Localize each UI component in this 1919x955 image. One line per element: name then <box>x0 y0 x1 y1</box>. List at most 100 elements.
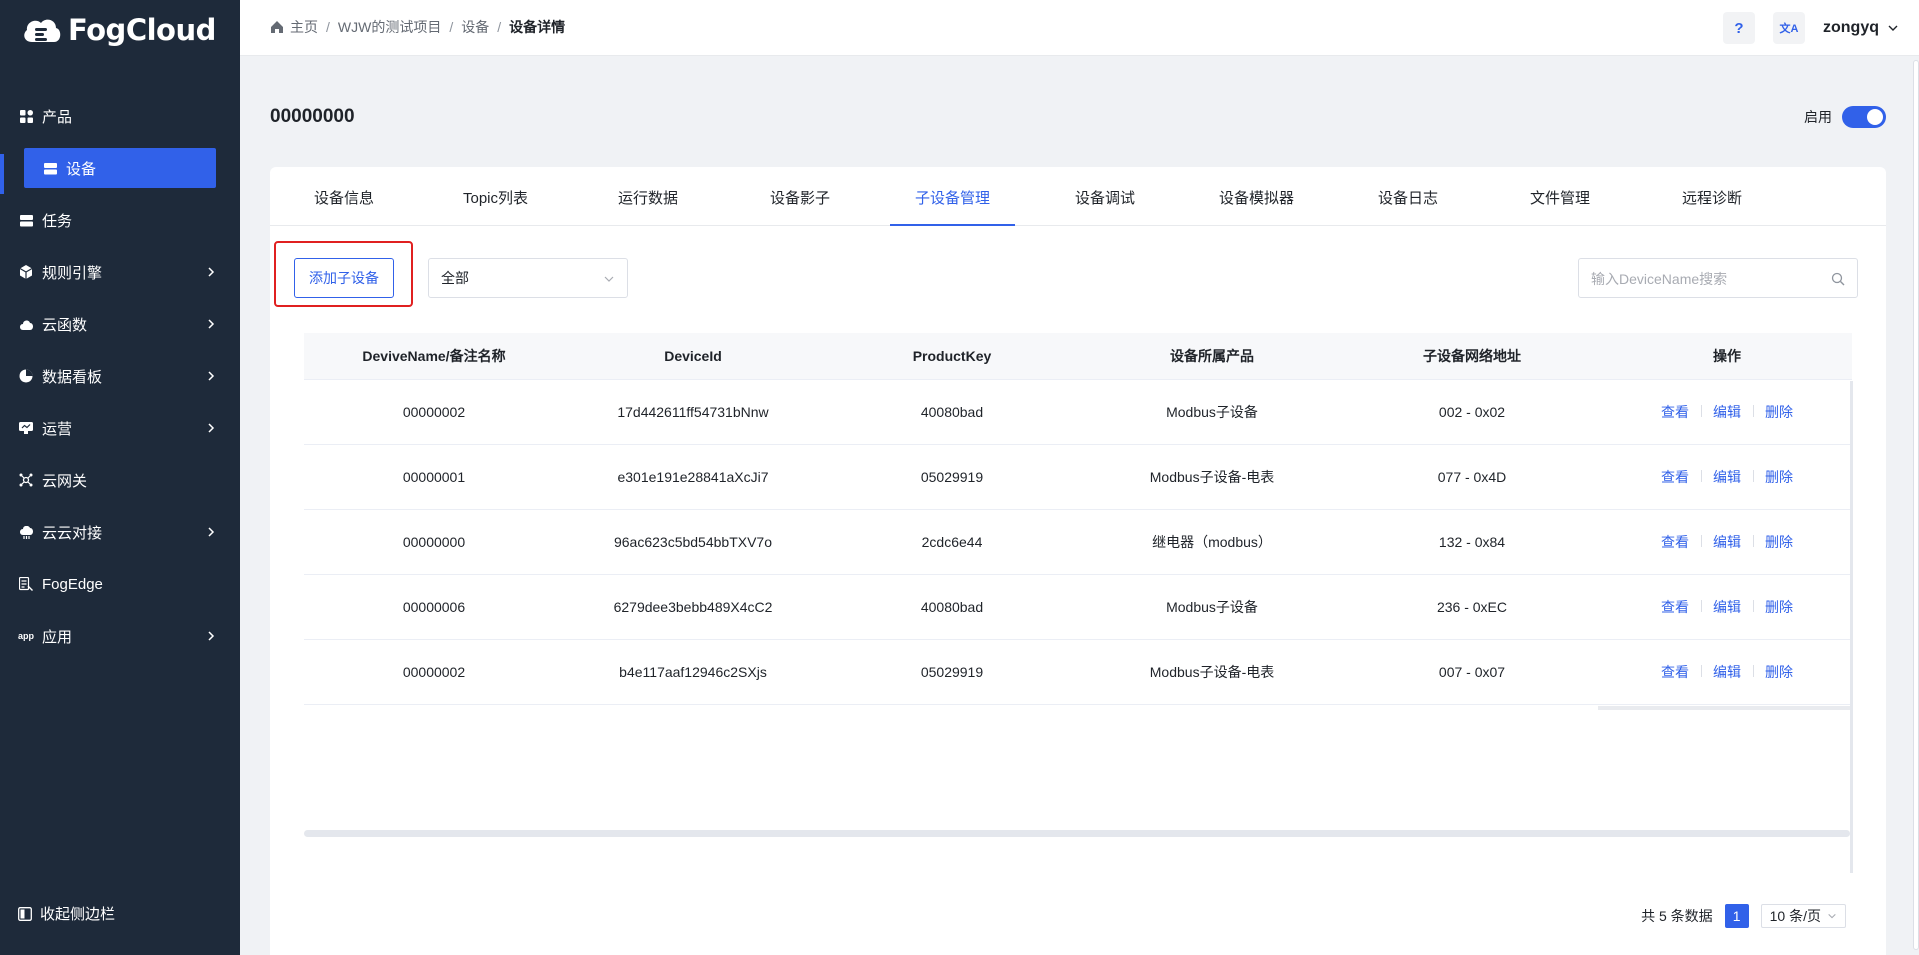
chevron-right-icon <box>208 423 215 433</box>
sidebar-item-label: 云函数 <box>42 316 88 334</box>
view-link[interactable]: 查看 <box>1649 597 1701 617</box>
breadcrumb-separator: / <box>449 19 454 35</box>
tab-device-shadow[interactable]: 设备影子 <box>770 187 830 208</box>
sidebar-item-label: 设备 <box>66 160 97 178</box>
tab-device-info[interactable]: 设备信息 <box>314 187 374 208</box>
view-link[interactable]: 查看 <box>1649 662 1701 682</box>
sidebar-item-device[interactable]: 设备 <box>24 148 216 188</box>
view-link[interactable]: 查看 <box>1649 467 1701 487</box>
sidebar-item-label: 云云对接 <box>42 524 103 542</box>
user-menu[interactable]: zongyq <box>1823 19 1899 37</box>
tab-remote-diagnosis[interactable]: 远程诊断 <box>1682 187 1742 208</box>
sidebar-item-cloud-function[interactable]: 云函数 <box>0 298 240 350</box>
edit-link[interactable]: 编辑 <box>1701 467 1753 487</box>
breadcrumb-project[interactable]: WJW的测试项目 <box>338 17 441 37</box>
cell-product: Modbus子设备-电表 <box>1149 469 1275 485</box>
cloud-link-icon <box>18 524 34 540</box>
gateway-icon <box>18 472 34 488</box>
chevron-right-icon <box>208 319 215 329</box>
add-sub-device-button[interactable]: 添加子设备 <box>294 258 394 298</box>
breadcrumb-device[interactable]: 设备 <box>461 17 489 37</box>
search-input[interactable] <box>1591 269 1821 289</box>
tab-sub-device[interactable]: 子设备管理 <box>915 187 990 208</box>
breadcrumb-separator: / <box>326 19 330 35</box>
enable-toggle[interactable] <box>1842 106 1886 128</box>
cell-product-key: 40080bad <box>920 599 984 615</box>
page-size-select[interactable]: 10 条/页 <box>1760 904 1846 928</box>
page-title: 00000000 <box>270 106 355 127</box>
page-button-current[interactable]: 1 <box>1724 904 1749 928</box>
cell-actions: 查看 编辑 删除 <box>1602 532 1852 552</box>
cell-network-address: 236 - 0xEC <box>1436 599 1508 615</box>
column-header: DeviceId <box>664 348 722 364</box>
cell-device-name: 00000000 <box>402 534 466 550</box>
table-row: 00000006 6279dee3bebb489X4cC2 40080bad M… <box>304 575 1852 640</box>
view-link[interactable]: 查看 <box>1649 532 1701 552</box>
sidebar-item-dashboard[interactable]: 数据看板 <box>0 350 240 402</box>
header-actions: ? 文A zongyq <box>1723 12 1899 44</box>
cell-actions: 查看 编辑 删除 <box>1602 662 1852 682</box>
table-row: 00000002 17d442611ff54731bNnw 40080bad M… <box>304 380 1852 445</box>
column-header: 操作 <box>1713 348 1741 364</box>
cell-device-name: 00000006 <box>402 599 466 615</box>
cloud-icon <box>18 316 34 332</box>
collapse-sidebar-button[interactable]: 收起侧边栏 <box>18 903 115 924</box>
sidebar-item-fogedge[interactable]: FogEdge <box>0 558 240 610</box>
tab-file-management[interactable]: 文件管理 <box>1530 187 1590 208</box>
product-filter-select[interactable]: 全部 <box>428 258 628 298</box>
tab-device-simulator[interactable]: 设备模拟器 <box>1219 187 1294 208</box>
edit-link[interactable]: 编辑 <box>1701 597 1753 617</box>
table-vertical-scrollbar[interactable] <box>1850 381 1853 873</box>
tab-device-debug[interactable]: 设备调试 <box>1075 187 1135 208</box>
collapse-label: 收起侧边栏 <box>40 906 116 923</box>
search-icon[interactable] <box>1831 272 1845 286</box>
sidebar-item-rule-engine[interactable]: 规则引擎 <box>0 246 240 298</box>
delete-link[interactable]: 删除 <box>1753 532 1805 552</box>
help-button[interactable]: ? <box>1723 12 1755 44</box>
sidebar-nav: 产品 设备 任务 规则引擎 云函数 数据看板 运营 云网关 云云对接 FogEd… <box>0 90 240 662</box>
scrollbar-thumb[interactable] <box>1913 60 1919 950</box>
delete-link[interactable]: 删除 <box>1753 662 1805 682</box>
logo-text: FogCloud <box>68 13 216 47</box>
delete-link[interactable]: 删除 <box>1753 467 1805 487</box>
edit-link[interactable]: 编辑 <box>1701 402 1753 422</box>
language-button[interactable]: 文A <box>1773 12 1805 44</box>
column-header: ProductKey <box>912 348 992 364</box>
delete-link[interactable]: 删除 <box>1753 597 1805 617</box>
tab-topic-list[interactable]: Topic列表 <box>463 187 528 208</box>
breadcrumb-current: 设备详情 <box>509 19 566 35</box>
view-link[interactable]: 查看 <box>1649 402 1701 422</box>
active-indicator <box>0 154 4 194</box>
sidebar-item-app[interactable]: app 应用 <box>0 610 240 662</box>
cell-product-key: 05029919 <box>920 664 984 680</box>
home-icon[interactable] <box>270 20 284 34</box>
chevron-right-icon <box>208 371 215 381</box>
cell-network-address: 132 - 0x84 <box>1438 534 1506 550</box>
cell-product: Modbus子设备-电表 <box>1149 664 1275 680</box>
sidebar-item-task[interactable]: 任务 <box>0 194 240 246</box>
cell-actions: 查看 编辑 删除 <box>1602 402 1852 422</box>
delete-link[interactable]: 删除 <box>1753 402 1805 422</box>
logo[interactable]: FogCloud <box>20 10 216 50</box>
cell-product-key: 2cdc6e44 <box>921 534 983 550</box>
sidebar-item-cloud-gateway[interactable]: 云网关 <box>0 454 240 506</box>
chevron-down-icon <box>1828 913 1836 919</box>
tab-device-log[interactable]: 设备日志 <box>1378 187 1438 208</box>
edit-link[interactable]: 编辑 <box>1701 662 1753 682</box>
tab-runtime-data[interactable]: 运行数据 <box>618 187 678 208</box>
table-row: 00000000 96ac623c5bd54bbTXV7o 2cdc6e44 继… <box>304 510 1852 575</box>
search-box <box>1578 258 1858 298</box>
sidebar-item-label: 任务 <box>42 212 73 230</box>
page-scrollbar[interactable] <box>1913 56 1919 955</box>
edit-link[interactable]: 编辑 <box>1701 532 1753 552</box>
table-horizontal-scrollbar[interactable] <box>304 830 1850 837</box>
cell-product-key: 05029919 <box>920 469 984 485</box>
sidebar-item-cloud-link[interactable]: 云云对接 <box>0 506 240 558</box>
breadcrumb-home[interactable]: 主页 <box>290 17 318 37</box>
sidebar-item-product[interactable]: 产品 <box>0 90 240 142</box>
pagination: 共 5 条数据 1 10 条/页 <box>1641 904 1846 928</box>
sidebar-item-operation[interactable]: 运营 <box>0 402 240 454</box>
table-header: DeviveName/备注名称 DeviceId ProductKey 设备所属… <box>304 333 1852 380</box>
enable-label: 启用 <box>1804 109 1832 125</box>
fixed-column-shadow <box>1598 706 1850 710</box>
